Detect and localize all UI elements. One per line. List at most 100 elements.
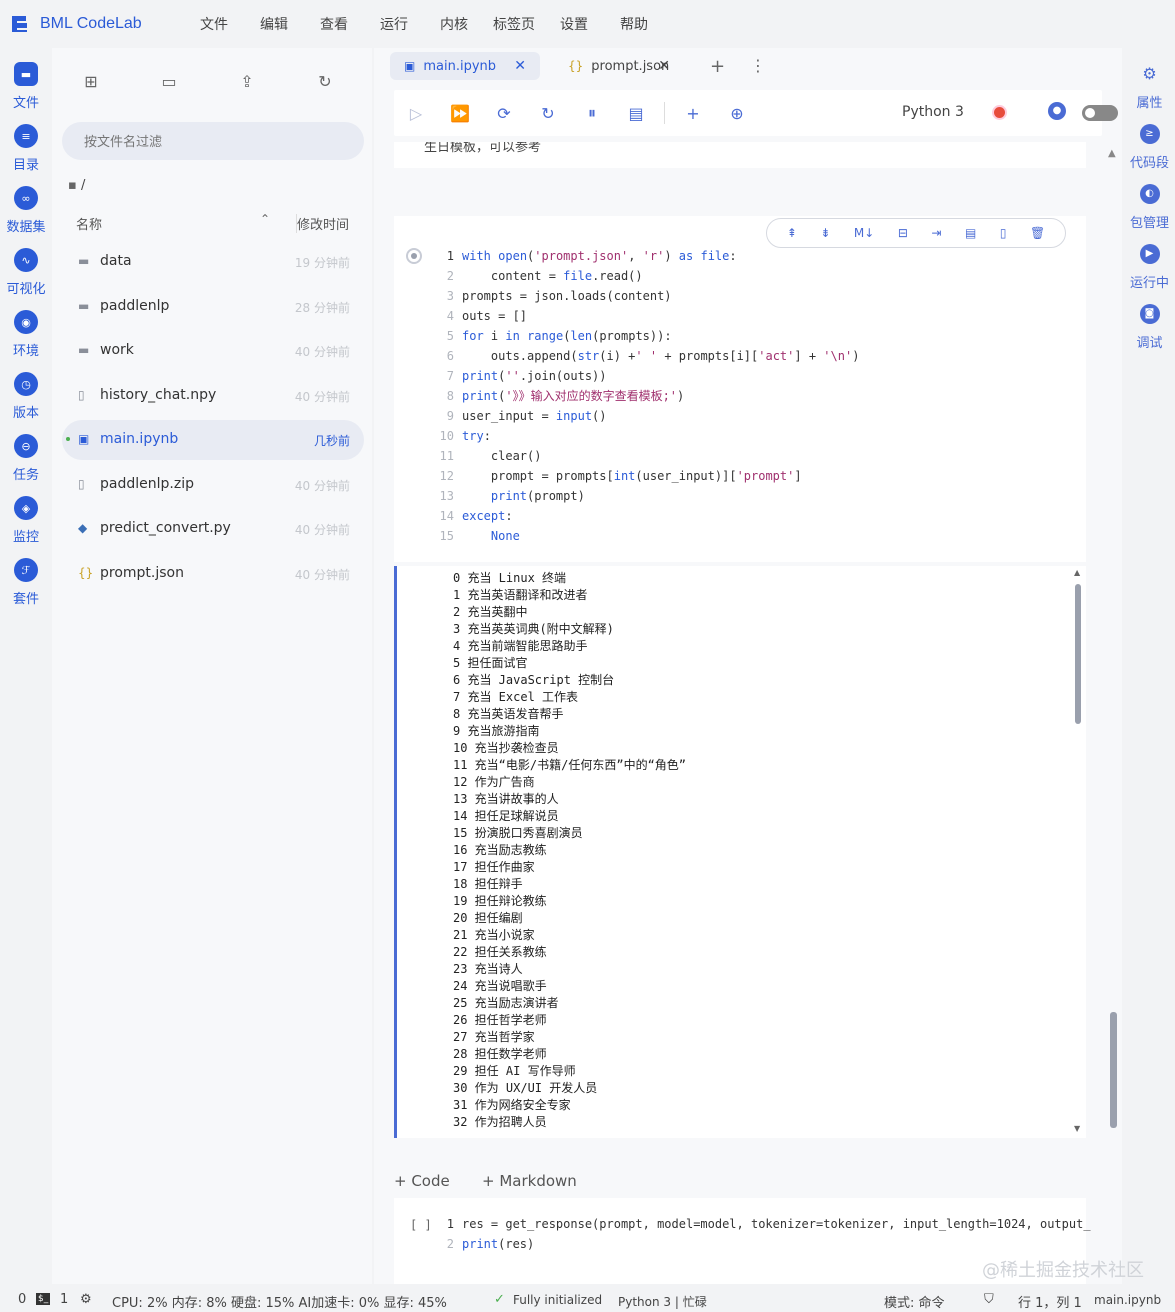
restart-run-icon[interactable]: ⟳ (482, 104, 526, 123)
code-cell[interactable]: 1 with open('prompt.json', 'r') as file: 2… (394, 216, 1086, 562)
markdown-icon[interactable]: M↓ (854, 226, 874, 240)
new-file-icon[interactable]: ⊞ (52, 72, 130, 91)
add-markdown-button[interactable]: + Markdown (482, 1172, 577, 1190)
file-row[interactable]: ▬ work 40 分钟前 (62, 331, 364, 371)
gear-icon[interactable]: ⚙ (80, 1292, 92, 1307)
file-row[interactable]: ▯ history_chat.npy 40 分钟前 (62, 376, 364, 416)
mode-toggle[interactable] (1082, 105, 1118, 121)
notebook-scrollbar[interactable] (1110, 1012, 1117, 1128)
file-row[interactable]: ▣ main.ipynb 几秒前 (62, 420, 364, 460)
debug-icon: ◙ (1139, 304, 1160, 324)
insert-icon[interactable]: ⇥ (931, 226, 941, 240)
activity-list[interactable]: ≡ 目录 (0, 124, 52, 173)
right-debug[interactable]: ◙ 调试 (1124, 304, 1175, 351)
refresh-icon[interactable]: ↻ (286, 72, 364, 91)
activity-folder[interactable]: ▬ 文件 (0, 62, 52, 111)
status-zero[interactable]: 0 (18, 1292, 26, 1307)
file-row[interactable]: {} prompt.json 40 分钟前 (62, 554, 364, 594)
split-icon[interactable]: ⊟ (898, 226, 908, 240)
breadcrumb[interactable]: ▪ / (68, 178, 85, 193)
menu-item[interactable]: 编辑 (244, 14, 304, 34)
previous-cell[interactable]: 生日模板，可以参考 (394, 142, 1086, 168)
output-line: 4 充当前端智能思路助手 (453, 639, 588, 653)
file-toolbar: ⊞ ▭ ⇪ ↻ (52, 72, 372, 91)
scroll-up-icon[interactable]: ▲ (1074, 568, 1080, 577)
app-logo[interactable]: BML CodeLab (8, 12, 178, 36)
right-package[interactable]: ◐ 包管理 (1124, 184, 1175, 231)
activity-label: 监控 (12, 530, 39, 545)
status-bar: 0 $_ 1 ⚙ CPU: 2% 内存: 8% 硬盘: 15% AI加速卡: 0… (0, 1286, 1175, 1312)
file-filter-input[interactable] (62, 122, 364, 160)
scroll-down-icon[interactable]: ▼ (1074, 1124, 1080, 1133)
add-tab-icon[interactable]: + (710, 56, 725, 77)
move-down-icon[interactable]: ⇟ (820, 226, 830, 240)
line-number: 1 (446, 1217, 454, 1231)
code-text: except: (462, 509, 513, 523)
menu-item[interactable]: 内核 (424, 14, 484, 34)
menu-item[interactable]: 标签页 (484, 14, 544, 34)
target-icon[interactable]: ⊕ (715, 104, 759, 123)
close-icon[interactable]: ✕ (658, 58, 670, 74)
run-icon[interactable]: ▷ (394, 104, 438, 123)
activity-clock[interactable]: ◷ 版本 (0, 372, 52, 421)
cell-output: 0 充当 Linux 终端 1 充当英语翻译和改进者 2 充当英翻中 3 充当英英词典… (394, 566, 1086, 1138)
tab-prompt-json[interactable]: {} prompt.json ✕ (554, 52, 684, 80)
mode-status[interactable]: 模式: 命令 (884, 1292, 945, 1311)
output-scrollbar[interactable] (1075, 584, 1081, 724)
copy-icon[interactable]: ▤ (965, 226, 976, 240)
code-editor[interactable]: 1 with open('prompt.json', 'r') as file: 2… (434, 246, 860, 546)
right-label: 包管理 (1129, 216, 1169, 231)
activity-env[interactable]: ◉ 环境 (0, 310, 52, 359)
move-up-icon[interactable]: ⇞ (787, 226, 797, 240)
line-number: 14 (439, 509, 454, 523)
cursor-position[interactable]: 行 1，列 1 (1018, 1292, 1082, 1311)
interrupt-icon[interactable]: ⏸ (570, 103, 614, 123)
menu-item[interactable]: 帮助 (604, 14, 664, 34)
lock-icon[interactable]: ● (1048, 102, 1066, 120)
file-row[interactable]: ▬ data 19 分钟前 (62, 242, 364, 282)
add-cell-icon[interactable]: + (671, 104, 715, 123)
code-editor-2[interactable]: 1 res = get_response(prompt, model=model,… (434, 1214, 1091, 1254)
activity-label: 文件 (12, 96, 39, 111)
name-column-header[interactable]: 名称 (76, 214, 102, 233)
line-number: 1 (446, 249, 454, 263)
activity-label: 环境 (12, 344, 39, 359)
close-icon[interactable]: ✕ (514, 58, 526, 74)
file-row[interactable]: ▯ paddlenlp.zip 40 分钟前 (62, 465, 364, 505)
sort-caret-icon[interactable]: ⌃ (260, 212, 270, 226)
bookmark-icon[interactable]: ▯ (1000, 226, 1007, 240)
menu-item[interactable]: 查看 (304, 14, 364, 34)
right-settings[interactable]: ⚙ 属性 (1124, 64, 1175, 111)
right-code[interactable]: ≥ 代码段 (1124, 124, 1175, 171)
env-icon: ◉ (14, 310, 38, 334)
run-all-icon[interactable]: ⏩ (438, 104, 482, 123)
time-column-header[interactable]: 修改时间 (296, 214, 349, 233)
menu-item[interactable]: 运行 (364, 14, 424, 34)
line-number: 7 (446, 369, 454, 383)
file-row[interactable]: ◆ predict_convert.py 40 分钟前 (62, 509, 364, 549)
save-icon[interactable]: ▤ (614, 104, 658, 123)
kernel-name[interactable]: Python 3 (902, 104, 964, 120)
add-code-button[interactable]: + Code (394, 1172, 450, 1190)
restart-icon[interactable]: ↻ (526, 104, 570, 123)
more-icon[interactable]: ⋮ (750, 56, 766, 75)
status-one[interactable]: 1 (60, 1292, 68, 1307)
right-running[interactable]: ▶ 运行中 (1124, 244, 1175, 291)
upload-icon[interactable]: ⇪ (208, 72, 286, 91)
menu-item[interactable]: 文件 (184, 14, 244, 34)
activity-task[interactable]: ⊖ 任务 (0, 434, 52, 483)
kernel-status[interactable]: Python 3 | 忙碌 (618, 1293, 707, 1310)
right-label: 调试 (1136, 336, 1163, 351)
activity-dataset[interactable]: ∞ 数据集 (0, 186, 52, 235)
activity-suite[interactable]: ℱ 套件 (0, 558, 52, 607)
tab-main-ipynb[interactable]: ▣ main.ipynb ✕ (390, 52, 540, 80)
new-folder-icon[interactable]: ▭ (130, 72, 208, 91)
menu-item[interactable]: 设置 (544, 14, 604, 34)
activity-chart[interactable]: ∿ 可视化 (0, 248, 52, 297)
file-row[interactable]: ▬ paddlenlp 28 分钟前 (62, 287, 364, 327)
activity-monitor[interactable]: ◈ 监控 (0, 496, 52, 545)
shield-icon[interactable]: ⛉ (984, 1292, 994, 1307)
delete-icon[interactable]: 🗑 (1030, 226, 1045, 240)
terminal-icon[interactable]: $_ (36, 1293, 51, 1305)
scroll-up-icon[interactable]: ▲ (1108, 148, 1116, 159)
